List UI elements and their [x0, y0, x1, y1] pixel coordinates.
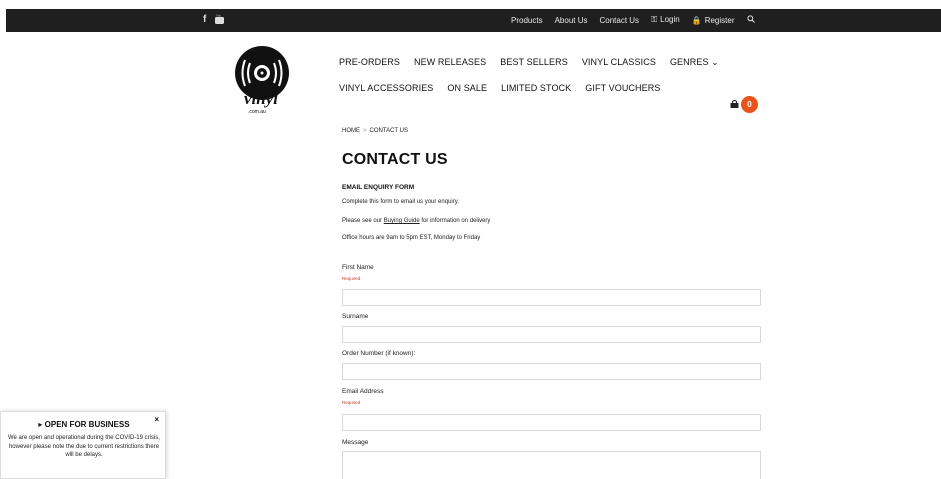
- nav-vinyl-classics[interactable]: VINYL CLASSICS: [582, 57, 656, 83]
- cart-button[interactable]: 0: [730, 96, 758, 113]
- order-number-label: Order Number (if known):: [342, 350, 416, 357]
- main-nav: PRE-ORDERS NEW RELEASES BEST SELLERS VIN…: [339, 57, 719, 109]
- office-hours: Office hours are 9am to 5pm EST, Monday …: [342, 235, 481, 241]
- youtube-icon[interactable]: You: [215, 14, 225, 27]
- about-link[interactable]: About Us: [555, 16, 588, 25]
- login-link[interactable]: ⚿ Login: [651, 15, 680, 25]
- guide-note: Please see our Buying Guide for informat…: [342, 218, 490, 224]
- social-links: f You: [203, 14, 225, 27]
- svg-text:You: You: [216, 14, 221, 18]
- first-name-label: First Name: [342, 264, 374, 271]
- guide-after: for information on delivery: [419, 218, 491, 224]
- nav-pre-orders[interactable]: PRE-ORDERS: [339, 57, 400, 83]
- email-input[interactable]: [342, 414, 761, 431]
- order-number-input[interactable]: [342, 363, 761, 380]
- popup-title[interactable]: ▸ OPEN FOR BUSINESS: [1, 420, 167, 429]
- first-name-required: Required: [342, 276, 361, 281]
- nav-best-sellers[interactable]: BEST SELLERS: [500, 57, 568, 83]
- login-label: Login: [660, 15, 680, 24]
- search-icon[interactable]: [746, 15, 755, 25]
- main-content: HOME > CONTACT US CONTACT US EMAIL ENQUI…: [342, 128, 762, 479]
- site-logo[interactable]: vinyl .com.au: [232, 44, 294, 118]
- top-bar: f You Products About Us Contact Us ⚿ Logi…: [6, 9, 941, 32]
- first-name-input[interactable]: [342, 289, 761, 306]
- page-title: CONTACT US: [342, 151, 448, 168]
- key-icon: ⚿: [651, 15, 658, 24]
- email-label: Email Address: [342, 388, 384, 395]
- guide-before: Please see our: [342, 218, 384, 224]
- cart-icon: [730, 99, 739, 110]
- logo-subtext: .com.au: [248, 109, 266, 115]
- nav-genres[interactable]: GENRES ⌄: [670, 57, 719, 83]
- popup-body: We are open and operational during the C…: [8, 435, 160, 458]
- facebook-icon[interactable]: f: [203, 14, 206, 27]
- nav-row-1: PRE-ORDERS NEW RELEASES BEST SELLERS VIN…: [339, 57, 719, 83]
- surname-label: Surname: [342, 313, 369, 320]
- register-label: Register: [704, 15, 735, 25]
- nav-gift-vouchers[interactable]: GIFT VOUCHERS: [585, 83, 660, 109]
- message-label: Message: [342, 439, 369, 446]
- nav-on-sale[interactable]: ON SALE: [447, 83, 487, 109]
- nav-row-2: VINYL ACCESSORIES ON SALE LIMITED STOCK …: [339, 83, 719, 109]
- breadcrumb-home[interactable]: HOME: [342, 128, 360, 134]
- form-intro: Complete this form to email us your enqu…: [342, 199, 459, 205]
- cart-count-badge: 0: [741, 96, 758, 113]
- buying-guide-link[interactable]: Buying Guide: [384, 218, 420, 224]
- products-link[interactable]: Products: [511, 16, 543, 25]
- breadcrumb-separator: >: [363, 128, 367, 134]
- message-textarea[interactable]: [342, 451, 761, 479]
- logo-text: vinyl: [244, 89, 278, 108]
- breadcrumb-current: CONTACT US: [369, 128, 408, 134]
- nav-limited-stock[interactable]: LIMITED STOCK: [501, 83, 571, 109]
- surname-input[interactable]: [342, 326, 761, 343]
- lock-icon: 🔒: [691, 15, 702, 25]
- contact-link[interactable]: Contact Us: [599, 16, 639, 25]
- account-links: Products About Us Contact Us ⚿ Login 🔒 Reg…: [511, 15, 755, 25]
- breadcrumb: HOME > CONTACT US: [342, 128, 762, 134]
- business-notice-popup: × ▸ OPEN FOR BUSINESS We are open and op…: [0, 411, 166, 479]
- nav-new-releases[interactable]: NEW RELEASES: [414, 57, 486, 83]
- nav-vinyl-accessories[interactable]: VINYL ACCESSORIES: [339, 83, 433, 109]
- form-heading: EMAIL ENQUIRY FORM: [342, 184, 415, 191]
- email-required: Required: [342, 400, 361, 405]
- register-link[interactable]: 🔒 Register: [692, 16, 735, 25]
